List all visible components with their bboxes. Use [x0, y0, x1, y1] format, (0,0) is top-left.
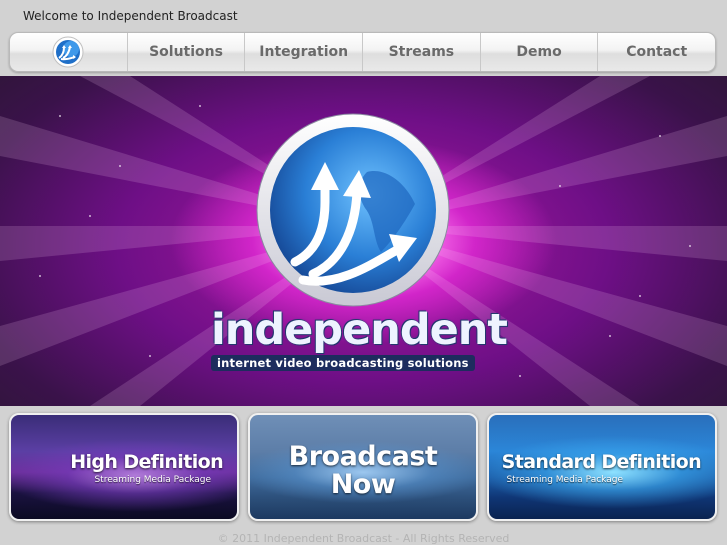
brand-tagline: internet video broadcasting solutions: [211, 355, 475, 371]
hd-card-title: High Definition: [70, 451, 223, 473]
welcome-text: Welcome to Independent Broadcast: [23, 9, 238, 23]
footer-copyright: © 2011 Independent Broadcast - All Right…: [217, 532, 510, 545]
nav-demo[interactable]: Demo: [479, 33, 598, 71]
sd-card-subtitle: Streaming Media Package: [506, 475, 623, 485]
broadcast-now-card[interactable]: Broadcast Now: [248, 413, 478, 521]
globe-arrows-icon: [256, 113, 450, 307]
brand-wordmark: independent internet video broadcasting …: [211, 305, 508, 371]
broadcast-now-title: Broadcast Now: [250, 443, 476, 499]
nav-solutions[interactable]: Solutions: [126, 33, 245, 71]
high-definition-card[interactable]: High Definition Streaming Media Package: [9, 413, 239, 521]
standard-definition-card[interactable]: Standard Definition Streaming Media Pack…: [487, 413, 717, 521]
hd-card-subtitle: Streaming Media Package: [94, 475, 211, 485]
main-nav: Solutions Integration Streams Demo Conta…: [9, 32, 716, 72]
nav-streams[interactable]: Streams: [362, 33, 480, 71]
nav-integration[interactable]: Integration: [244, 33, 362, 71]
broadcast-line1: Broadcast: [288, 441, 438, 472]
sd-card-title: Standard Definition: [501, 451, 702, 473]
brand-name: independent: [211, 305, 508, 355]
broadcast-line2: Now: [330, 469, 396, 500]
nav-home-logo[interactable]: [10, 33, 127, 71]
nav-contact[interactable]: Contact: [597, 33, 715, 71]
globe-arrows-icon: [52, 36, 84, 68]
